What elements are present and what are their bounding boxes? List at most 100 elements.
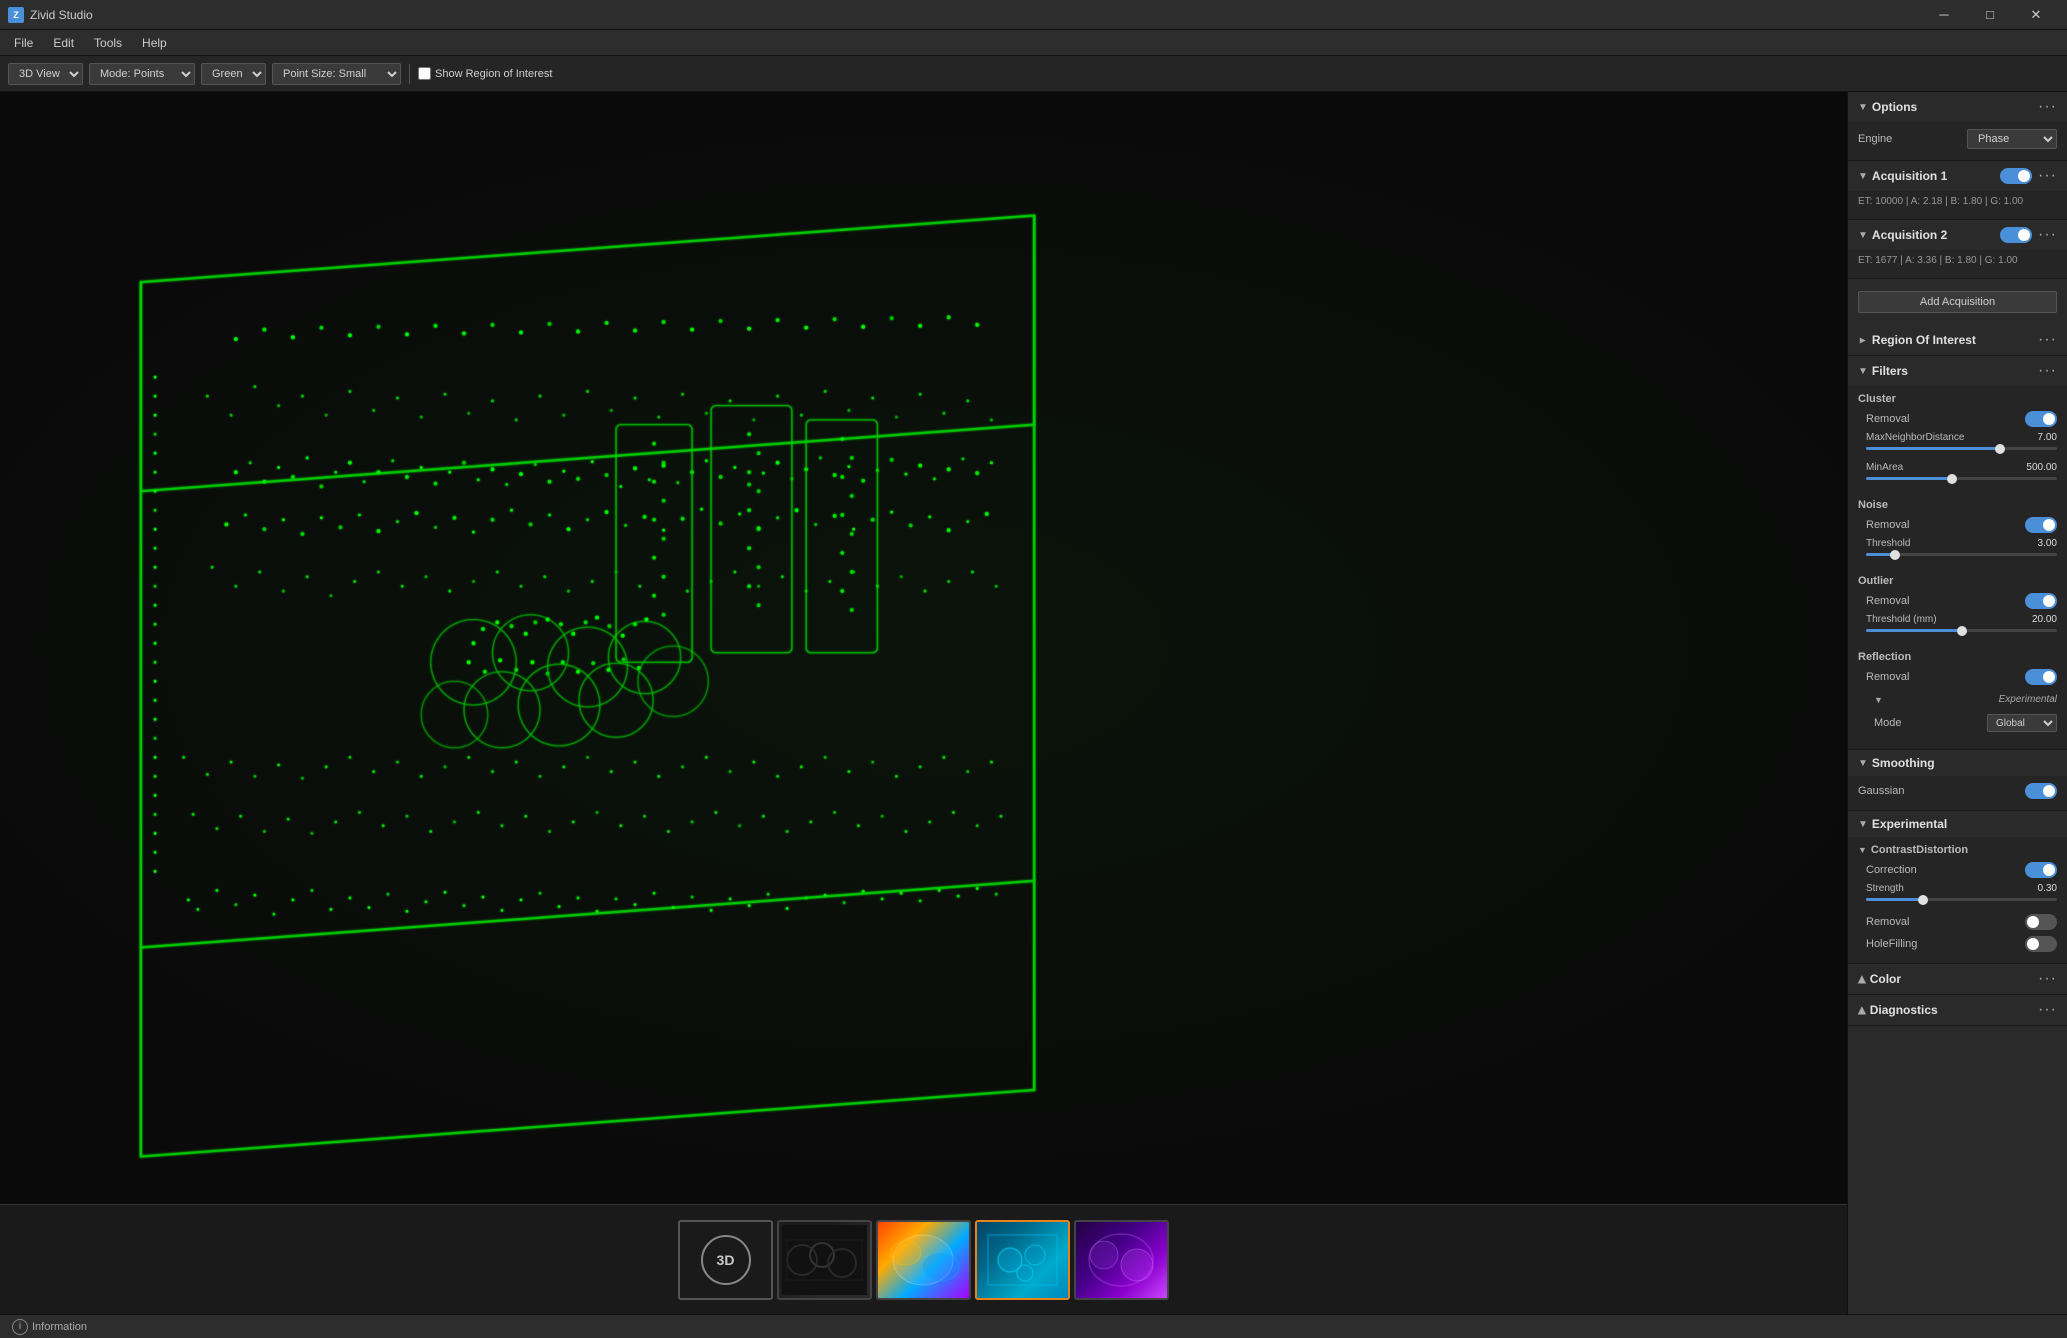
smoothing-arrow: ▼ — [1858, 758, 1868, 769]
reflection-content: Removal ▼ Experimental Mode Glo — [1866, 666, 2057, 735]
correction-toggle[interactable] — [2025, 862, 2057, 878]
outlier-threshold-track[interactable] — [1866, 629, 2057, 632]
acq1-more[interactable]: ··· — [2038, 167, 2057, 185]
thumb1-svg — [782, 1225, 867, 1295]
hole-filling-toggle[interactable] — [2025, 936, 2057, 952]
reflection-title: Reflection — [1858, 651, 1911, 663]
info-area: i Information — [12, 1319, 87, 1335]
reflection-header-row[interactable]: Reflection — [1858, 648, 2057, 666]
cluster-removal-row: Removal — [1866, 408, 2057, 430]
outlier-threshold-container: Threshold (mm) 20.00 — [1866, 612, 2057, 642]
acq1-header[interactable]: ▼ Acquisition 1 ··· — [1848, 161, 2067, 191]
point-size-select[interactable]: Point Size: Small Point Size: Medium Poi… — [272, 63, 401, 85]
max-neighbor-thumb[interactable] — [1995, 444, 2005, 454]
outlier-removal-label: Removal — [1866, 595, 1909, 607]
gaussian-toggle[interactable] — [2025, 783, 2057, 799]
show-roi-checkbox[interactable] — [418, 67, 431, 80]
diagnostics-header[interactable]: ▶ Diagnostics ··· — [1848, 995, 2067, 1025]
experimental-header[interactable]: ▼ Experimental — [1848, 811, 2067, 837]
color-more[interactable]: ··· — [2038, 970, 2057, 988]
cd-removal-toggle[interactable] — [2025, 914, 2057, 930]
noise-content: Removal Threshold 3.00 — [1866, 514, 2057, 566]
filters-more[interactable]: ··· — [2038, 362, 2057, 380]
reflection-exp-arrow: ▼ — [1874, 695, 1883, 705]
options-more-btn[interactable]: ··· — [2038, 98, 2057, 116]
noise-header-row[interactable]: Noise — [1858, 496, 2057, 514]
filters-header[interactable]: ▼ Filters ··· — [1848, 356, 2067, 386]
acq2-header[interactable]: ▼ Acquisition 2 ··· — [1848, 220, 2067, 250]
maximize-button[interactable]: □ — [1967, 0, 2013, 30]
acq2-more[interactable]: ··· — [2038, 226, 2057, 244]
menu-tools[interactable]: Tools — [84, 34, 132, 52]
min-area-track[interactable] — [1866, 477, 2057, 480]
statusbar-label: Information — [32, 1321, 87, 1333]
noise-threshold-track[interactable] — [1866, 553, 2057, 556]
engine-row: Engine Phase Stripe Omni — [1858, 126, 2057, 152]
noise-threshold-label: Threshold — [1866, 538, 1910, 549]
filmstrip-thumb-2[interactable] — [876, 1220, 971, 1300]
cluster-removal-label: Removal — [1866, 413, 1909, 425]
filmstrip-thumb-1[interactable] — [777, 1220, 872, 1300]
cd-header[interactable]: ▼ ContrastDistortion — [1858, 841, 2057, 859]
menu-file[interactable]: File — [4, 34, 43, 52]
strength-track[interactable] — [1866, 898, 2057, 901]
roi-header[interactable]: ▼ Region Of Interest ··· — [1848, 325, 2067, 355]
noise-threshold-thumb[interactable] — [1890, 550, 1900, 560]
diagnostics-title: Diagnostics — [1870, 1003, 1938, 1017]
reflection-removal-toggle[interactable] — [2025, 669, 2057, 685]
reflection-mode-row: Mode Global Local — [1874, 711, 2057, 735]
acq1-toggle[interactable] — [2000, 168, 2032, 184]
smoothing-content: Gaussian — [1848, 776, 2067, 810]
show-roi-label[interactable]: Show Region of Interest — [418, 67, 552, 80]
menubar: File Edit Tools Help — [0, 30, 2067, 56]
noise-removal-toggle[interactable] — [2025, 517, 2057, 533]
reflection-mode-select[interactable]: Global Local — [1987, 714, 2057, 732]
cluster-header-row[interactable]: Cluster — [1858, 390, 2057, 408]
outlier-threshold-value: 20.00 — [2032, 614, 2057, 625]
roi-arrow: ▼ — [1857, 335, 1868, 345]
strength-fill — [1866, 898, 1923, 901]
acq2-toggle[interactable] — [2000, 227, 2032, 243]
noise-removal-label: Removal — [1866, 519, 1909, 531]
menu-help[interactable]: Help — [132, 34, 177, 52]
viewport[interactable] — [0, 92, 1847, 1204]
cluster-removal-toggle[interactable] — [2025, 411, 2057, 427]
options-header[interactable]: ▼ Options ··· — [1848, 92, 2067, 122]
acq1-meta: ET: 10000 | A: 2.18 | B: 1.80 | G: 1.00 — [1858, 195, 2057, 211]
show-roi-text: Show Region of Interest — [435, 68, 552, 80]
smoothing-section: ▼ Smoothing Gaussian — [1848, 750, 2067, 811]
reflection-experimental-label: Experimental — [1999, 694, 2057, 705]
view-mode-select[interactable]: 3D View 2D View — [8, 63, 83, 85]
filmstrip-3d-thumb[interactable]: 3D — [678, 1220, 773, 1300]
cluster-group: Cluster Removal MaxNeighborDistance 7.00 — [1858, 390, 2057, 490]
mode-select[interactable]: Mode: Points Mode: Surface Mode: Depth — [89, 63, 195, 85]
roi-more[interactable]: ··· — [2038, 331, 2057, 349]
min-area-label: MinArea — [1866, 462, 1903, 473]
filmstrip-thumb-3[interactable] — [975, 1220, 1070, 1300]
max-neighbor-track[interactable] — [1866, 447, 2057, 450]
gaussian-label: Gaussian — [1858, 785, 1904, 797]
color-header[interactable]: ▶ Color ··· — [1848, 964, 2067, 994]
reflection-exp-header[interactable]: ▼ Experimental — [1874, 691, 2057, 708]
add-acquisition-button[interactable]: Add Acquisition — [1858, 291, 2057, 313]
noise-threshold-container: Threshold 3.00 — [1866, 536, 2057, 566]
titlebar-left: Z Zivid Studio — [8, 7, 93, 23]
color-select[interactable]: Green Color Depth — [201, 63, 266, 85]
diagnostics-more[interactable]: ··· — [2038, 1001, 2057, 1019]
add-acq-container: Add Acquisition — [1848, 279, 2067, 325]
engine-select[interactable]: Phase Stripe Omni — [1967, 129, 2057, 149]
outlier-removal-toggle[interactable] — [2025, 593, 2057, 609]
acq2-title: Acquisition 2 — [1872, 228, 1947, 242]
min-area-thumb[interactable] — [1947, 474, 1957, 484]
strength-thumb[interactable] — [1918, 895, 1928, 905]
smoothing-header[interactable]: ▼ Smoothing — [1848, 750, 2067, 776]
outlier-header-row[interactable]: Outlier — [1858, 572, 2057, 590]
close-button[interactable]: ✕ — [2013, 0, 2059, 30]
menu-edit[interactable]: Edit — [43, 34, 84, 52]
outlier-threshold-thumb[interactable] — [1957, 626, 1967, 636]
filmstrip-thumb-4[interactable] — [1074, 1220, 1169, 1300]
cluster-title: Cluster — [1858, 393, 1896, 405]
acq2-meta: ET: 1677 | A: 3.36 | B: 1.80 | G: 1.00 — [1858, 254, 2057, 270]
correction-label: Correction — [1866, 864, 1917, 876]
minimize-button[interactable]: ─ — [1921, 0, 1967, 30]
